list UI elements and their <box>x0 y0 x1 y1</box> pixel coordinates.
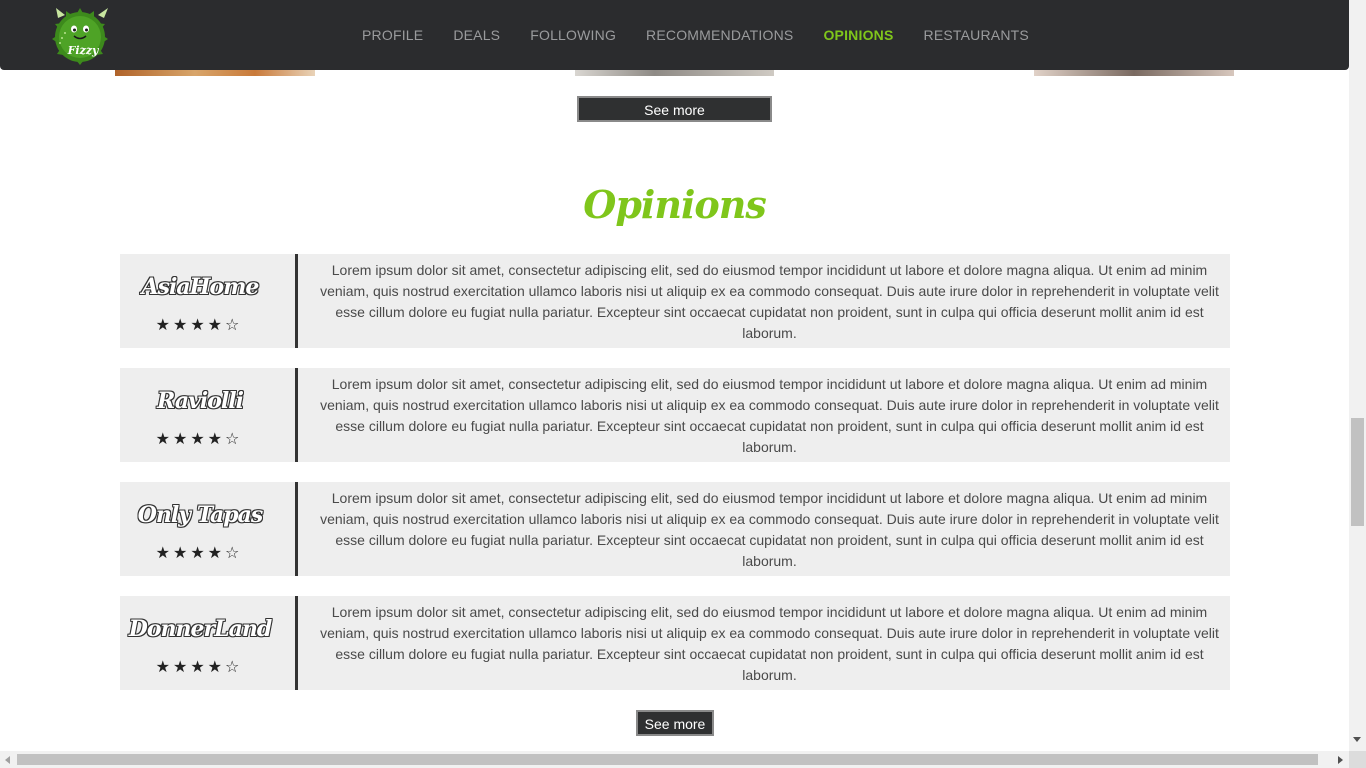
opinion-header: AsiaHome ★★★★☆ <box>120 254 298 348</box>
restaurant-name[interactable]: Raviolli <box>120 388 280 414</box>
opinion-header: Raviolli ★★★★☆ <box>120 368 298 462</box>
scroll-left-arrow-icon[interactable] <box>5 756 10 764</box>
see-more-opinions-button[interactable]: See more <box>636 710 714 736</box>
opinion-text: Lorem ipsum dolor sit amet, consectetur … <box>320 262 1219 341</box>
opinion-card: Only Tapas ★★★★☆ Lorem ipsum dolor sit a… <box>120 482 1230 576</box>
opinions-title: Opinions <box>583 182 767 227</box>
logo-text: Fizzy <box>67 44 100 57</box>
opinion-text: Lorem ipsum dolor sit amet, consectetur … <box>320 490 1219 569</box>
horizontal-scroll-thumb[interactable] <box>17 754 1318 765</box>
horizontal-scrollbar[interactable] <box>0 751 1349 768</box>
see-more-button-top[interactable]: See more <box>577 96 772 122</box>
nav-item-restaurants[interactable]: RESTAURANTS <box>924 27 1029 43</box>
star-rating: ★★★★☆ <box>155 429 243 448</box>
star-rating: ★★★★☆ <box>155 657 243 676</box>
nav-item-opinions[interactable]: OPINIONS <box>823 27 893 43</box>
vertical-scroll-thumb[interactable] <box>1351 418 1364 526</box>
brand-logo[interactable]: Fizzy <box>48 6 114 66</box>
scroll-right-arrow-icon[interactable] <box>1338 756 1343 764</box>
nav-item-recommendations[interactable]: RECOMMENDATIONS <box>646 27 793 43</box>
star-rating: ★★★★☆ <box>155 315 243 334</box>
opinion-header: DonnerLand ★★★★☆ <box>120 596 298 690</box>
opinion-text: Lorem ipsum dolor sit amet, consectetur … <box>320 604 1219 683</box>
opinion-card: AsiaHome ★★★★☆ Lorem ipsum dolor sit ame… <box>120 254 1230 348</box>
nav-item-profile[interactable]: PROFILE <box>362 27 423 43</box>
vertical-scrollbar[interactable] <box>1349 0 1366 751</box>
scroll-down-arrow-icon[interactable] <box>1353 737 1361 742</box>
nav-item-following[interactable]: FOLLOWING <box>530 27 616 43</box>
green-monster-logo-icon: Fizzy <box>52 8 108 65</box>
restaurant-name[interactable]: Only Tapas <box>120 502 280 528</box>
top-navbar: Fizzy PROFILE DEALS FOLLOWING RECOMMENDA… <box>0 0 1349 70</box>
opinion-card: DonnerLand ★★★★☆ Lorem ipsum dolor sit a… <box>120 596 1230 690</box>
main-nav: PROFILE DEALS FOLLOWING RECOMMENDATIONS … <box>362 0 1059 70</box>
scrollbar-corner <box>1349 751 1366 768</box>
star-rating: ★★★★☆ <box>155 543 243 562</box>
nav-item-deals[interactable]: DEALS <box>453 27 500 43</box>
opinion-text: Lorem ipsum dolor sit amet, consectetur … <box>320 376 1219 455</box>
opinion-card: Raviolli ★★★★☆ Lorem ipsum dolor sit ame… <box>120 368 1230 462</box>
opinion-header: Only Tapas ★★★★☆ <box>120 482 298 576</box>
restaurant-name[interactable]: DonnerLand <box>120 616 280 642</box>
restaurant-name[interactable]: AsiaHome <box>120 274 280 300</box>
